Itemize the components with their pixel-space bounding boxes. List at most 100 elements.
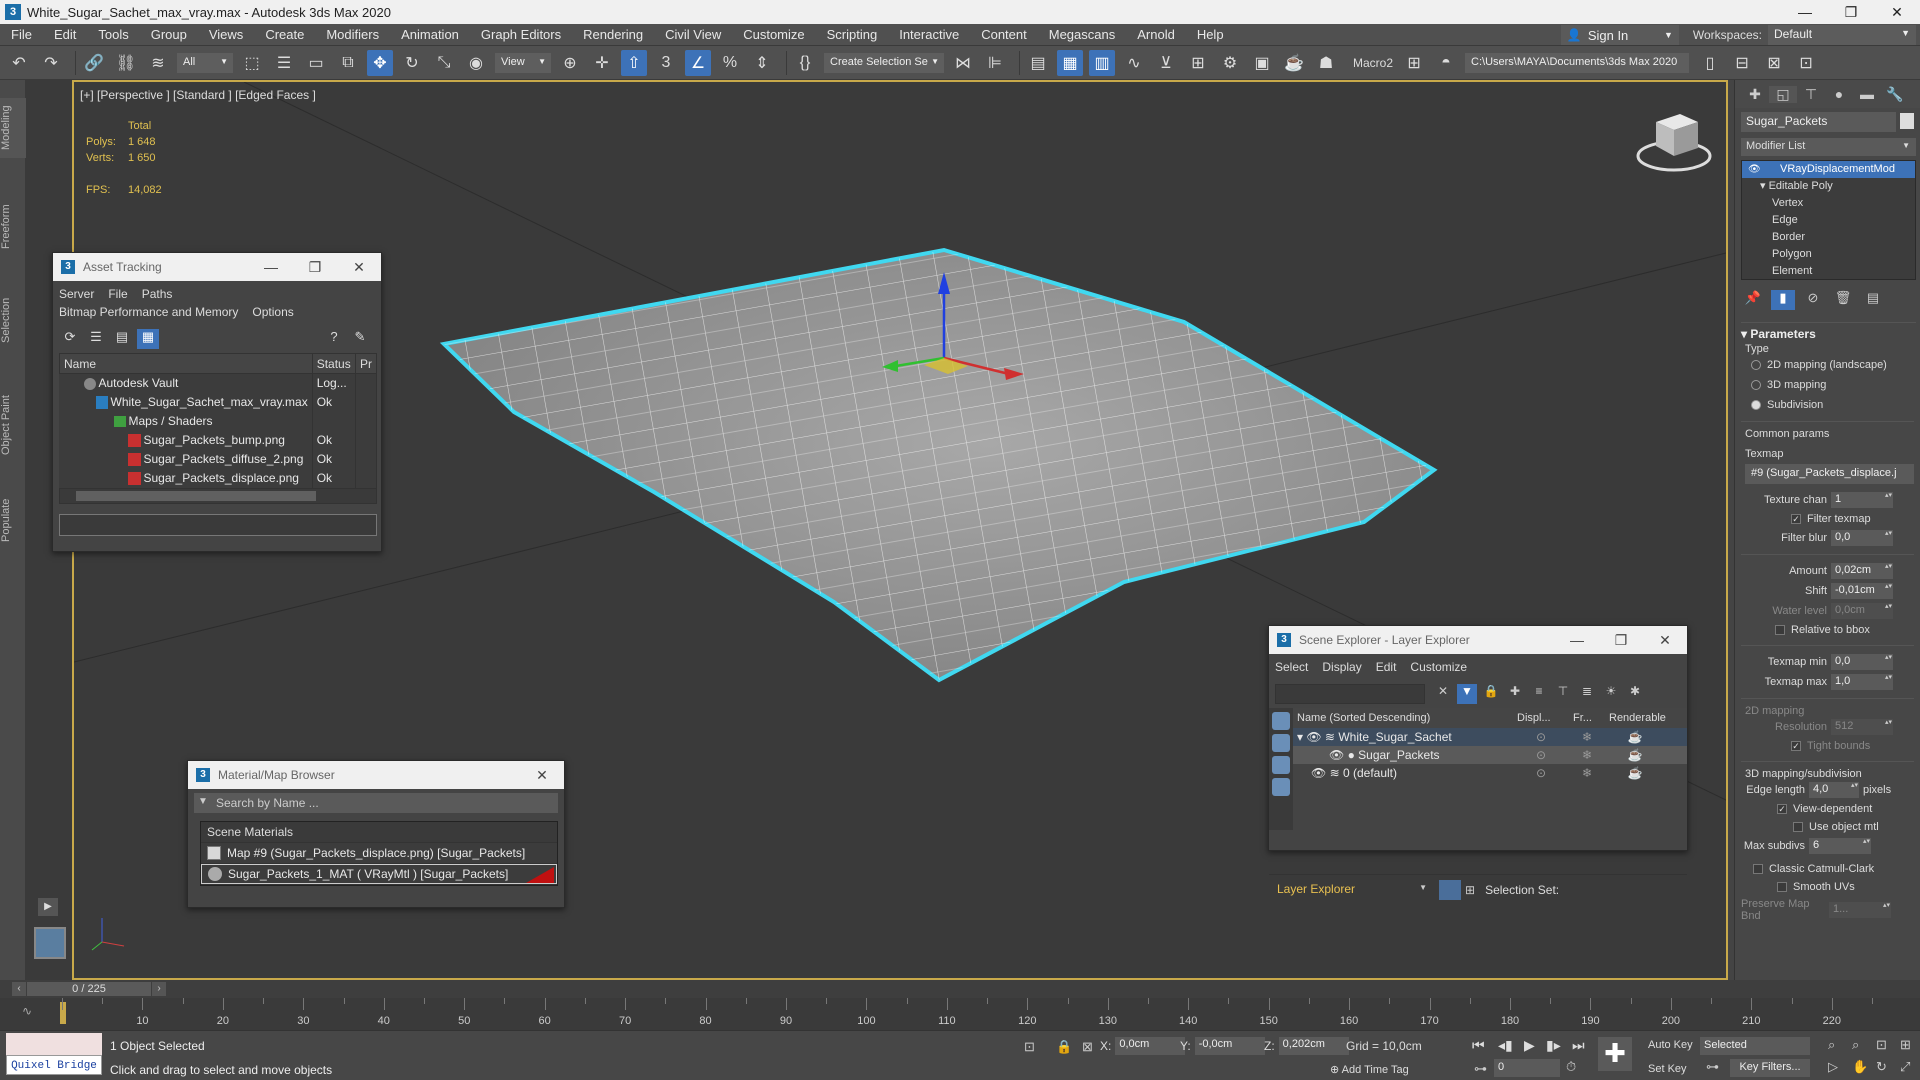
list-view-icon[interactable]: ☰ xyxy=(85,329,107,349)
menu-views[interactable]: Views xyxy=(198,27,254,42)
se-menu-display[interactable]: Display xyxy=(1322,658,1361,676)
tab-selection[interactable]: Selection xyxy=(0,285,26,355)
minimize-button[interactable]: — xyxy=(1782,0,1828,24)
column-name-sorted[interactable]: Name (Sorted Descending) xyxy=(1293,712,1513,724)
table-row[interactable]: Sugar_Packets_displace.png Ok xyxy=(59,468,377,488)
key-filter-toggle-icon[interactable]: ⊶ xyxy=(1706,1059,1719,1075)
se-menu-customize[interactable]: Customize xyxy=(1410,658,1467,676)
parameters-rollout-header[interactable]: ▾ Parameters xyxy=(1741,322,1916,341)
menu-help[interactable]: Help xyxy=(1186,27,1235,42)
y-input[interactable]: -0,0cm xyxy=(1194,1037,1265,1055)
table-row[interactable]: Autodesk Vault Log... xyxy=(59,373,377,393)
render-production-icon[interactable]: ☗ xyxy=(1313,50,1339,76)
selection-lock-icon[interactable]: 🔒 xyxy=(1056,1039,1072,1055)
tools-icon[interactable]: ✱ xyxy=(1625,684,1645,704)
object-color-swatch[interactable] xyxy=(1900,113,1914,129)
type-2d-mapping-radio[interactable]: 2D mapping (landscape) xyxy=(1751,355,1920,375)
material-editor-icon[interactable]: ⊞ xyxy=(1185,50,1211,76)
layer-explorer-icon[interactable]: ▦ xyxy=(1057,49,1083,76)
help-icon[interactable]: ? xyxy=(323,329,345,349)
menu-animation[interactable]: Animation xyxy=(390,27,470,42)
asset-menu-options[interactable]: Options xyxy=(252,303,293,321)
material-search-input[interactable]: ▼ Search by Name ... xyxy=(194,793,558,813)
grid-layout-icon[interactable]: ⊞ xyxy=(1401,50,1427,76)
go-to-start-icon[interactable]: ⏮ xyxy=(1472,1037,1485,1054)
menu-edit[interactable]: Edit xyxy=(43,27,87,42)
pin-stack-icon[interactable]: 📌 xyxy=(1741,290,1765,310)
asset-menu-paths[interactable]: Paths xyxy=(142,285,173,303)
scrollbar-thumb[interactable] xyxy=(76,490,316,501)
menu-group[interactable]: Group xyxy=(140,27,198,42)
workspace-dropdown[interactable]: Default ▼ xyxy=(1768,25,1916,45)
stack-item-border[interactable]: Border xyxy=(1742,229,1915,246)
selection-filter-dropdown[interactable]: All ▼ xyxy=(177,52,233,73)
project-folder-icon[interactable]: ▯ xyxy=(1697,50,1723,76)
rendered-frame-window-icon[interactable]: ▣ xyxy=(1249,50,1275,76)
sign-in-button[interactable]: 👤 Sign In ▼ xyxy=(1560,25,1679,45)
close-button[interactable]: ✕ xyxy=(1874,0,1920,24)
grid-view-icon[interactable]: ▦ xyxy=(137,329,159,349)
select-by-name-icon[interactable]: ☰ xyxy=(271,50,297,76)
isolate-selection-icon[interactable]: ⊡ xyxy=(1024,1039,1035,1055)
view-dependent-checkbox[interactable]: ✓ View-dependent xyxy=(1777,800,1920,818)
select-and-scale-icon[interactable]: ⤡ xyxy=(431,50,457,76)
material-browser-titlebar[interactable]: 3 Material/Map Browser ✕ xyxy=(188,761,564,789)
object-name-field[interactable]: Sugar_Packets xyxy=(1741,112,1914,132)
select-and-rotate-icon[interactable]: ↻ xyxy=(399,50,425,76)
schematic-view-icon[interactable]: ⊻ xyxy=(1153,50,1179,76)
edge-length-spinner[interactable]: 4,0 xyxy=(1809,782,1859,798)
hemisphere-icon[interactable]: ◓ xyxy=(1433,50,1459,76)
add-time-tag[interactable]: ⊕ Add Time Tag xyxy=(1330,1063,1409,1076)
use-object-mtl-checkbox[interactable]: Use object mtl xyxy=(1793,818,1920,836)
amount-spinner[interactable]: 0,02cm xyxy=(1831,563,1893,579)
asset-menu-file[interactable]: File xyxy=(108,285,127,303)
material-item[interactable]: Sugar_Packets_1_MAT ( VRayMtl ) [Sugar_P… xyxy=(201,864,557,884)
redo-icon[interactable]: ↷ xyxy=(38,50,64,76)
tree-row[interactable]: 👁 ≋ 0 (default) ⊙ ❄ ☕ xyxy=(1293,764,1687,782)
hierarchy-tab-icon[interactable]: ⊤ xyxy=(1797,86,1825,103)
stack-item-edge[interactable]: Edge xyxy=(1742,212,1915,229)
orbit-icon[interactable]: ↻ xyxy=(1876,1059,1887,1075)
play-animation-icon[interactable]: ▶ xyxy=(1524,1037,1535,1054)
toggle-ribbon-icon[interactable]: ▥ xyxy=(1089,49,1115,76)
zoom-extents-all-icon[interactable]: ⊞ xyxy=(1900,1037,1911,1053)
preserve-map-dropdown[interactable]: 1... xyxy=(1829,902,1891,918)
tab-modeling[interactable]: Modeling xyxy=(0,98,26,158)
quixel-bridge-panel[interactable]: Quixel Bridge xyxy=(6,1033,102,1077)
maxscript-listener[interactable] xyxy=(6,1033,102,1055)
freeze-toggle-icon[interactable]: ❄ xyxy=(1569,748,1605,762)
select-object-icon[interactable]: ⬚ xyxy=(239,50,265,76)
undo-icon[interactable]: ↶ xyxy=(6,50,32,76)
mini-curve-editor-icon[interactable]: ∿ xyxy=(22,1004,32,1018)
eye-icon[interactable]: 👁 xyxy=(1748,161,1761,178)
curve-editor-icon[interactable]: ∿ xyxy=(1121,50,1147,76)
render-setup-icon[interactable]: ⚙ xyxy=(1217,50,1243,76)
quixel-bridge-button[interactable]: Quixel Bridge xyxy=(6,1055,102,1075)
display-cameras-icon[interactable] xyxy=(1272,778,1290,796)
freeze-toggle-icon[interactable]: ❄ xyxy=(1569,730,1605,744)
display-toggle-icon[interactable]: ⊙ xyxy=(1513,766,1569,780)
minimize-button[interactable]: — xyxy=(249,253,293,281)
zoom-icon[interactable]: ⌕ xyxy=(1828,1037,1835,1053)
select-and-place-icon[interactable]: ◉ xyxy=(463,50,489,76)
display-objects-icon[interactable] xyxy=(1272,712,1290,730)
field-of-view-icon[interactable]: ▷ xyxy=(1828,1059,1838,1075)
relative-to-bbox-checkbox[interactable]: Relative to bbox xyxy=(1775,621,1920,639)
scene-explorer-icon[interactable]: ▤ xyxy=(1025,50,1051,76)
unlink-icon[interactable]: ⛓ xyxy=(113,50,139,76)
bind-space-warp-icon[interactable]: ≋ xyxy=(145,50,171,76)
stack-icon[interactable]: ≣ xyxy=(1577,684,1597,704)
project-path-dropdown[interactable]: C:\Users\MAYA\Documents\3ds Max 2020 xyxy=(1465,52,1690,73)
filter-blur-spinner[interactable]: 0,0 xyxy=(1831,530,1893,546)
key-set-dropdown[interactable]: Selected xyxy=(1700,1037,1810,1055)
explorer-type-dropdown[interactable]: Layer Explorer ▼ xyxy=(1273,880,1431,900)
modify-tab-icon[interactable]: ◱ xyxy=(1769,85,1797,103)
show-end-result-icon[interactable]: ▮ xyxy=(1771,290,1795,310)
previous-key-icon[interactable]: ◂▮ xyxy=(1498,1037,1513,1054)
utilities-tab-icon[interactable]: 🔧 xyxy=(1881,86,1909,103)
macro-label[interactable]: Macro2 xyxy=(1353,56,1393,70)
close-button[interactable]: ✕ xyxy=(1643,626,1687,654)
menu-arnold[interactable]: Arnold xyxy=(1126,27,1186,42)
tab-object-paint[interactable]: Object Paint xyxy=(0,380,26,470)
save-folder-icon[interactable]: ⊠ xyxy=(1761,50,1787,76)
